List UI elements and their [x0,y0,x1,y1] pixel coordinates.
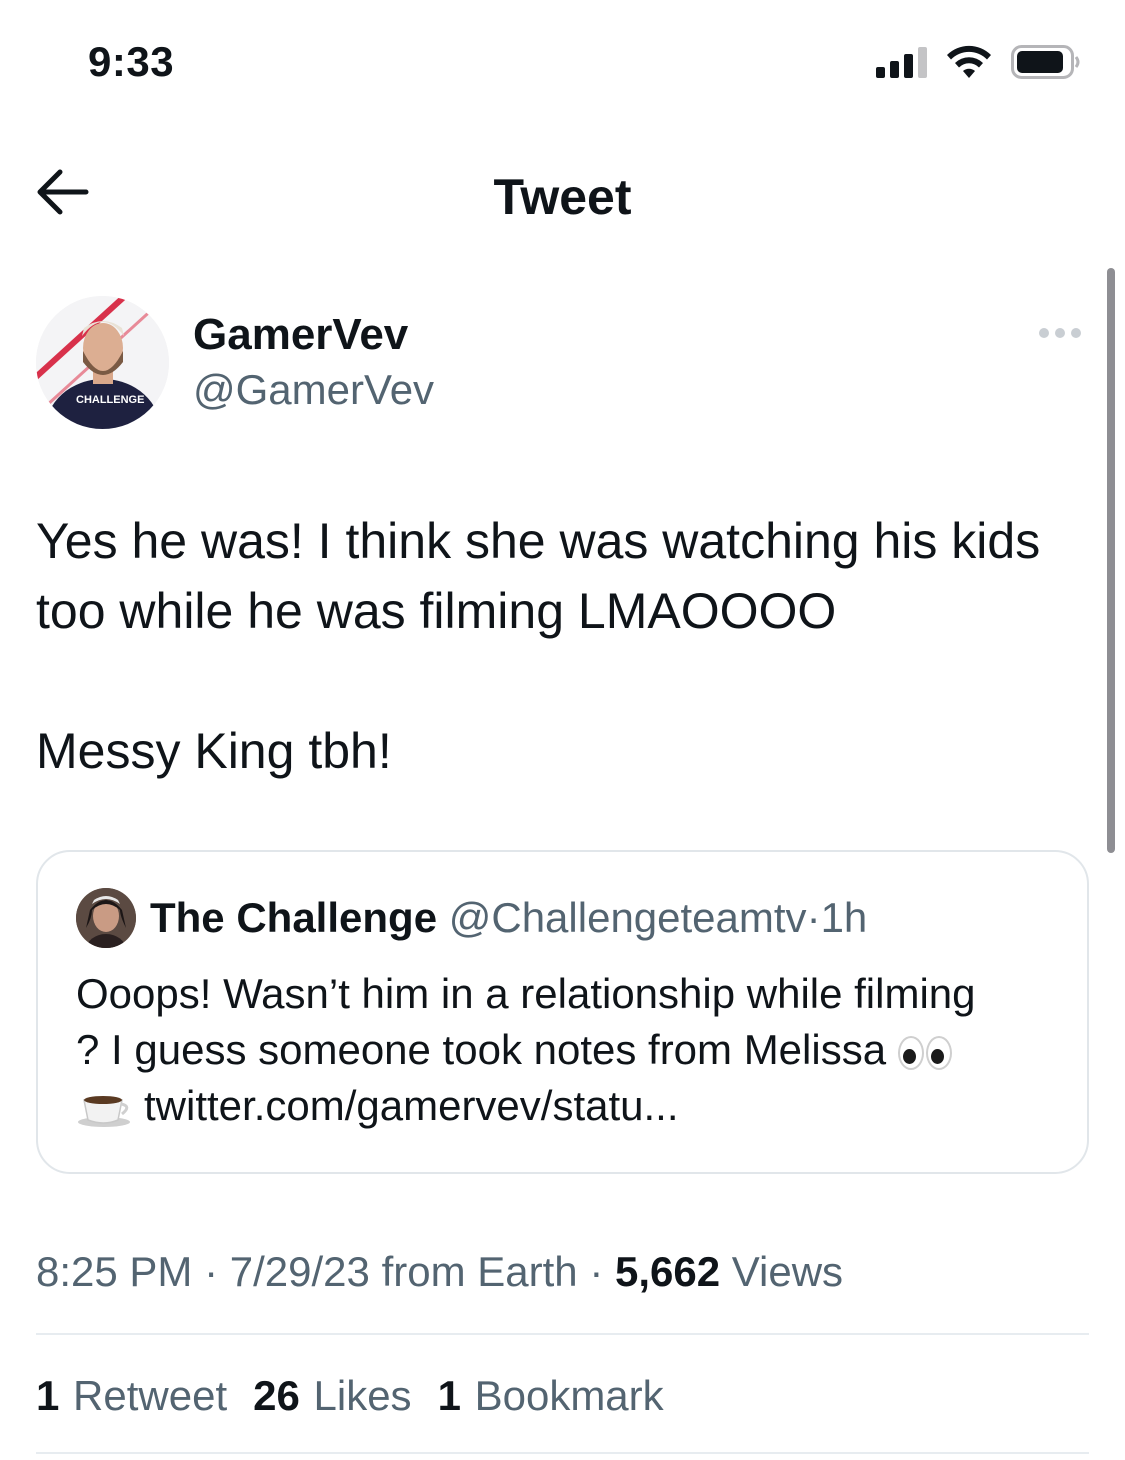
quote-separator: · [806,894,821,941]
bookmarks-label: Bookmark [474,1372,664,1419]
divider [36,1333,1089,1335]
battery-icon [1011,45,1080,79]
tweet-source: from Earth [381,1248,578,1295]
quote-text-line2: ? I guess someone took notes from Meliss… [76,1026,887,1073]
tweet-meta: 8:25 PM · 7/29/23 from Earth · 5,662 Vie… [36,1248,843,1296]
views-label: Views [731,1248,844,1295]
retweets-count: 1 [36,1372,60,1419]
bookmarks-stat[interactable]: 1 Bookmark [438,1372,664,1420]
quote-text-line1: Ooops! Wasn’t him in a relationship whil… [76,970,976,1017]
tweet-date: 7/29/23 [229,1248,370,1295]
more-icon[interactable] [1039,318,1083,348]
eyes-emoji-icon [897,1036,952,1070]
retweets-stat[interactable]: 1 Retweet [36,1372,227,1420]
tweet-stats: 1 Retweet 26 Likes 1 Bookmark [36,1372,664,1420]
tweet-text: Yes he was! I think she was watching his… [36,513,1041,779]
quote-tweet-card[interactable]: The Challenge @Challengeteamtv·1h Ooops!… [36,850,1089,1174]
quote-text-line2-wrap: ? I guess someone took notes from Meliss… [76,1022,1066,1078]
quote-author-name: The Challenge [150,894,438,941]
meta-separator: · [589,1248,604,1295]
author-handle[interactable]: @GamerVev [193,366,434,414]
quote-link[interactable]: twitter.com/gamervev/statu... [144,1082,679,1129]
signal-icon [876,46,927,78]
header: Tweet [0,130,1125,260]
retweets-label: Retweet [73,1372,228,1419]
quote-text-line3: twitter.com/gamervev/statu... [76,1078,1066,1134]
coffee-emoji-icon [78,1096,130,1127]
views-count: 5,662 [614,1248,721,1295]
quote-avatar [76,888,136,948]
likes-stat[interactable]: 26 Likes [253,1372,411,1420]
author-name[interactable]: GamerVev [193,310,408,360]
quote-time: 1h [820,894,868,941]
avatar[interactable]: CHALLENGE [36,296,169,429]
bookmarks-count: 1 [437,1372,461,1419]
likes-count: 26 [253,1372,300,1419]
quote-author-handle: @Challengeteamtv [448,894,807,941]
meta-separator: · [204,1248,219,1295]
page-title: Tweet [493,169,632,225]
scrollbar[interactable] [1107,268,1115,853]
quote-text: Ooops! Wasn’t him in a relationship whil… [76,966,1066,1134]
quote-header: The Challenge @Challengeteamtv·1h [150,894,867,942]
tweet-time: 8:25 PM [36,1248,193,1295]
avatar-shirt-text: CHALLENGE [76,394,144,406]
likes-label: Likes [313,1372,412,1419]
divider [36,1452,1089,1454]
status-time: 9:33 [88,38,175,85]
wifi-icon [947,45,991,78]
status-icons [876,44,1081,80]
status-bar: 9:33 [0,0,1125,120]
